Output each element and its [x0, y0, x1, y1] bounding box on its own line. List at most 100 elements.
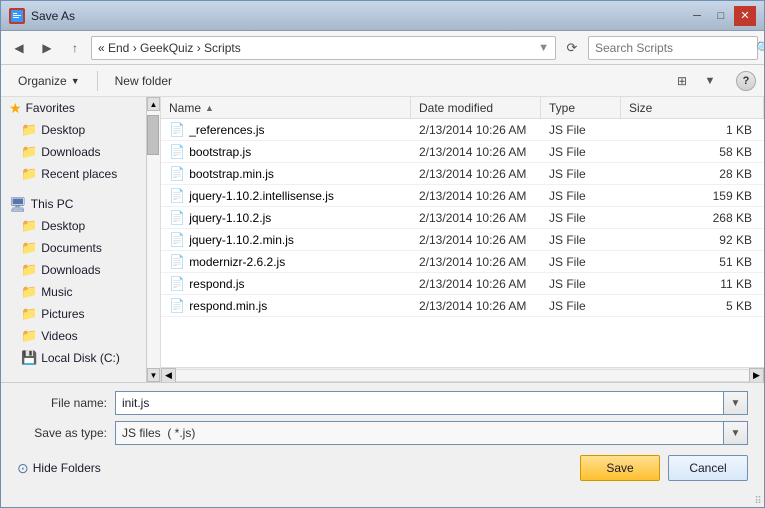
nav-item-documents[interactable]: 📁 Documents [1, 237, 146, 259]
breadcrumb[interactable]: « End › GeekQuiz › Scripts ▼ [91, 36, 556, 60]
title-bar: Save As ─ □ ✕ [1, 1, 764, 31]
resize-handle[interactable]: ⠿ [752, 495, 764, 507]
nav-label-pictures: Pictures [41, 307, 84, 321]
scroll-down-button[interactable]: ▼ [147, 368, 160, 382]
this-pc-header: 🖥 This PC [1, 193, 146, 215]
nav-item-downloads-fav[interactable]: 📁 Downloads [1, 141, 146, 163]
main-area: ★ Favorites 📁 Desktop 📁 Downloads 📁 Rece… [1, 97, 764, 383]
forward-button[interactable]: ▶ [35, 36, 59, 60]
nav-item-desktop-fav[interactable]: 📁 Desktop [1, 119, 146, 141]
file-cell-name: 📄 _references.js [161, 122, 411, 138]
hide-folders-label: Hide Folders [33, 461, 101, 475]
filename-dropdown-button[interactable]: ▼ [724, 391, 748, 415]
nav-item-videos[interactable]: 📁 Videos [1, 325, 146, 347]
organize-label: Organize [18, 74, 67, 88]
save-as-dialog: Save As ─ □ ✕ ◀ ▶ ↑ « End › GeekQuiz › S… [0, 0, 765, 508]
column-header-name[interactable]: Name ▲ [161, 97, 411, 119]
folder-icon: 📁 [21, 262, 37, 278]
h-scroll-right-button[interactable]: ▶ [749, 368, 764, 383]
column-header-date[interactable]: Date modified [411, 97, 541, 119]
column-header-size[interactable]: Size [621, 97, 764, 119]
table-row[interactable]: 📄 bootstrap.js 2/13/2014 10:26 AM JS Fil… [161, 141, 764, 163]
organize-arrow-icon: ▼ [71, 76, 80, 86]
refresh-button[interactable]: ⟳ [560, 36, 584, 60]
view-dropdown-button[interactable]: ▼ [698, 70, 722, 92]
save-button[interactable]: Save [580, 455, 660, 481]
file-cell-date: 2/13/2014 10:26 AM [411, 189, 541, 203]
nav-item-music[interactable]: 📁 Music [1, 281, 146, 303]
view-button[interactable]: ⊞ [670, 70, 694, 92]
table-row[interactable]: 📄 jquery-1.10.2.intellisense.js 2/13/201… [161, 185, 764, 207]
column-header-type[interactable]: Type [541, 97, 621, 119]
js-file-icon: 📄 [169, 232, 185, 248]
js-file-icon: 📄 [169, 298, 185, 314]
search-input[interactable] [589, 41, 756, 55]
h-scroll-left-button[interactable]: ◀ [161, 368, 176, 383]
table-row[interactable]: 📄 respond.min.js 2/13/2014 10:26 AM JS F… [161, 295, 764, 317]
file-cell-name: 📄 modernizr-2.6.2.js [161, 254, 411, 270]
cancel-button[interactable]: Cancel [668, 455, 748, 481]
js-file-icon: 📄 [169, 166, 185, 182]
file-cell-type: JS File [541, 233, 621, 247]
folder-icon: 📁 [21, 122, 37, 138]
search-icon[interactable]: 🔍 [756, 37, 765, 59]
hide-folders-button[interactable]: ⊙ Hide Folders [17, 460, 101, 477]
table-row[interactable]: 📄 _references.js 2/13/2014 10:26 AM JS F… [161, 119, 764, 141]
action-row: ⊙ Hide Folders Save Cancel [17, 451, 748, 483]
file-cell-size: 92 KB [621, 233, 764, 247]
table-row[interactable]: 📄 respond.js 2/13/2014 10:26 AM JS File … [161, 273, 764, 295]
minimize-button[interactable]: ─ [686, 6, 708, 26]
scroll-thumb[interactable] [147, 115, 159, 155]
nav-label-recent: Recent places [41, 167, 117, 181]
back-button[interactable]: ◀ [7, 36, 31, 60]
up-button[interactable]: ↑ [63, 36, 87, 60]
address-bar: ◀ ▶ ↑ « End › GeekQuiz › Scripts ▼ ⟳ 🔍 [1, 31, 764, 65]
file-cell-size: 28 KB [621, 167, 764, 181]
js-file-icon: 📄 [169, 122, 185, 138]
toolbar: Organize ▼ New folder ⊞ ▼ ? [1, 65, 764, 97]
nav-item-recent[interactable]: 📁 Recent places [1, 163, 146, 185]
folder-icon: 📁 [21, 218, 37, 234]
this-pc-label: This PC [31, 197, 74, 211]
nav-item-downloads-pc[interactable]: 📁 Downloads [1, 259, 146, 281]
file-cell-size: 1 KB [621, 123, 764, 137]
nav-label-videos: Videos [41, 329, 77, 343]
file-panel: Name ▲ Date modified Type Size 📄 _r [161, 97, 764, 382]
file-cell-name: 📄 respond.js [161, 276, 411, 292]
file-cell-name: 📄 bootstrap.js [161, 144, 411, 160]
nav-label-desktop-fav: Desktop [41, 123, 85, 137]
table-row[interactable]: 📄 bootstrap.min.js 2/13/2014 10:26 AM JS… [161, 163, 764, 185]
help-button[interactable]: ? [736, 71, 756, 91]
organize-button[interactable]: Organize ▼ [9, 69, 89, 93]
new-folder-button[interactable]: New folder [106, 69, 181, 93]
nav-label-music: Music [41, 285, 72, 299]
file-cell-date: 2/13/2014 10:26 AM [411, 167, 541, 181]
table-row[interactable]: 📄 modernizr-2.6.2.js 2/13/2014 10:26 AM … [161, 251, 764, 273]
maximize-button[interactable]: □ [710, 6, 732, 26]
scroll-up-button[interactable]: ▲ [147, 97, 160, 111]
file-cell-name: 📄 jquery-1.10.2.js [161, 210, 411, 226]
nav-item-local-disk[interactable]: 💾 Local Disk (C:) [1, 347, 146, 369]
js-file-icon: 📄 [169, 210, 185, 226]
filename-row: File name: ▼ [17, 391, 748, 415]
horizontal-scrollbar: ◀ ▶ [161, 367, 764, 382]
nav-item-desktop-pc[interactable]: 📁 Desktop [1, 215, 146, 237]
favorites-star-icon: ★ [9, 100, 22, 117]
filename-input[interactable] [115, 391, 724, 415]
close-button[interactable]: ✕ [734, 6, 756, 26]
dialog-title: Save As [31, 9, 75, 23]
table-row[interactable]: 📄 jquery-1.10.2.js 2/13/2014 10:26 AM JS… [161, 207, 764, 229]
js-file-icon: 📄 [169, 144, 185, 160]
file-cell-name: 📄 jquery-1.10.2.intellisense.js [161, 188, 411, 204]
savetype-row: Save as type: ▼ [17, 421, 748, 445]
table-row[interactable]: 📄 jquery-1.10.2.min.js 2/13/2014 10:26 A… [161, 229, 764, 251]
file-cell-type: JS File [541, 299, 621, 313]
file-cell-type: JS File [541, 277, 621, 291]
file-cell-date: 2/13/2014 10:26 AM [411, 145, 541, 159]
file-cell-date: 2/13/2014 10:26 AM [411, 123, 541, 137]
nav-item-pictures[interactable]: 📁 Pictures [1, 303, 146, 325]
savetype-dropdown-button[interactable]: ▼ [724, 421, 748, 445]
sort-indicator-icon: ▲ [205, 103, 214, 113]
file-list[interactable]: 📄 _references.js 2/13/2014 10:26 AM JS F… [161, 119, 764, 367]
file-cell-size: 268 KB [621, 211, 764, 225]
